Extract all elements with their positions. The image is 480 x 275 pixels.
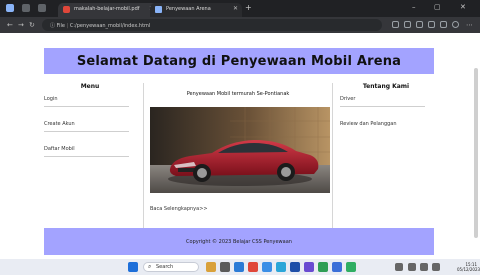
profile-avatar-icon[interactable] <box>440 21 447 28</box>
address-scheme: File <box>56 23 65 29</box>
tab-penyewaan[interactable]: Penyewaan Arena ✕ <box>150 3 242 17</box>
menu-item-label: Daftar Mobil <box>44 146 75 152</box>
tab-pdf[interactable]: makalah-belajar-mobil.pdf ✕ <box>58 3 158 17</box>
back-to-workspaces-icon[interactable] <box>22 4 30 12</box>
page-scrollbar[interactable] <box>474 68 478 238</box>
close-tab-icon[interactable]: ✕ <box>233 5 238 12</box>
menu-item-label: Review dan Pelanggan <box>340 121 397 127</box>
menu-item-label: Login <box>44 96 58 102</box>
car-image <box>150 107 330 193</box>
split-screen-icon[interactable] <box>404 21 411 28</box>
collections-icon[interactable] <box>428 21 435 28</box>
tab-actions-icon[interactable] <box>38 4 46 12</box>
tab-label: makalah-belajar-mobil.pdf <box>74 6 140 12</box>
mail-icon[interactable] <box>262 262 272 272</box>
browser-tab-strip: makalah-belajar-mobil.pdf ✕ Penyewaan Ar… <box>0 0 480 17</box>
divider <box>44 156 129 157</box>
menu-item-label: Create Akun <box>44 121 75 127</box>
app-icon[interactable] <box>248 262 258 272</box>
taskbar-clock[interactable]: 15:11 05/12/2023 <box>457 262 480 272</box>
forward-icon[interactable]: → <box>18 21 24 29</box>
read-more-link[interactable]: Baca Selengkapnya>> <box>150 206 208 212</box>
chrome-icon[interactable] <box>318 262 328 272</box>
pdf-icon <box>63 6 70 13</box>
menu-item-login[interactable]: Login <box>44 96 136 121</box>
battery-icon[interactable] <box>432 263 440 271</box>
start-icon[interactable] <box>128 262 138 272</box>
search-icon: ⌕ <box>148 263 152 270</box>
edge-icon[interactable] <box>276 262 286 272</box>
menu-item-review[interactable]: Review dan Pelanggan <box>340 121 430 146</box>
tray-chevron-icon[interactable] <box>395 263 403 271</box>
page-icon <box>155 6 162 13</box>
address-path: C:/penyewaan_mobil/index.html <box>69 23 151 29</box>
back-icon[interactable]: ← <box>7 21 13 29</box>
reload-icon[interactable]: ↻ <box>29 21 35 29</box>
menu-item-create-akun[interactable]: Create Akun <box>44 121 136 146</box>
taskbar-search[interactable]: ⌕ Search <box>143 262 199 272</box>
divider <box>44 106 129 107</box>
app-icon-2[interactable] <box>332 262 342 272</box>
widgets-icon[interactable] <box>206 262 216 272</box>
wifi-icon[interactable] <box>408 263 416 271</box>
right-menu-title: Tentang Kami <box>362 83 410 90</box>
new-tab-button[interactable]: + <box>245 3 252 12</box>
page-footer: Copyright © 2023 Belajar CSS Penyewaan <box>44 228 434 255</box>
close-window-icon[interactable]: ✕ <box>460 3 466 11</box>
copyright-text: Copyright © 2023 Belajar CSS Penyewaan <box>186 238 292 245</box>
profile-icon[interactable] <box>6 4 14 12</box>
favorite-icon[interactable] <box>392 21 399 28</box>
menu-item-label: Driver <box>340 96 356 102</box>
more-icon[interactable]: ⋯ <box>466 21 473 29</box>
menu-item-daftar-mobil[interactable]: Daftar Mobil <box>44 146 136 171</box>
taskbar: ⌕ Search 15:11 05/12/2023 <box>0 259 480 275</box>
info-icon[interactable]: ⓘ <box>50 23 55 29</box>
volume-icon[interactable] <box>420 263 428 271</box>
page-viewport: Selamat Datang di Penyewaan Mobil Arena … <box>0 33 480 259</box>
browser-toolbar: ← → ↻ ⓘ File | C:/penyewaan_mobil/index.… <box>0 17 480 33</box>
maximize-icon[interactable]: ▢ <box>434 3 441 11</box>
copilot-icon[interactable] <box>452 21 459 28</box>
left-menu-title: Menu <box>80 83 100 90</box>
menu-item-driver[interactable]: Driver <box>340 96 430 121</box>
whatsapp-icon[interactable] <box>346 262 356 272</box>
search-placeholder: Search <box>156 264 174 270</box>
favorites-icon[interactable] <box>416 21 423 28</box>
divider <box>44 131 129 132</box>
main-title: Penyewaan Mobil termurah Se-Pontianak <box>186 91 290 97</box>
vscode-icon[interactable] <box>304 262 314 272</box>
task-view-icon[interactable] <box>220 262 230 272</box>
file-explorer-icon[interactable] <box>234 262 244 272</box>
address-bar[interactable]: ⓘ File | C:/penyewaan_mobil/index.html <box>42 19 382 31</box>
clock-date: 05/12/2023 <box>457 267 480 272</box>
page-header: Selamat Datang di Penyewaan Mobil Arena <box>44 48 434 74</box>
minimize-icon[interactable]: – <box>412 3 416 11</box>
tab-label: Penyewaan Arena <box>166 6 211 12</box>
divider <box>340 106 425 107</box>
page-title: Selamat Datang di Penyewaan Mobil Arena <box>76 53 402 69</box>
word-icon[interactable] <box>290 262 300 272</box>
